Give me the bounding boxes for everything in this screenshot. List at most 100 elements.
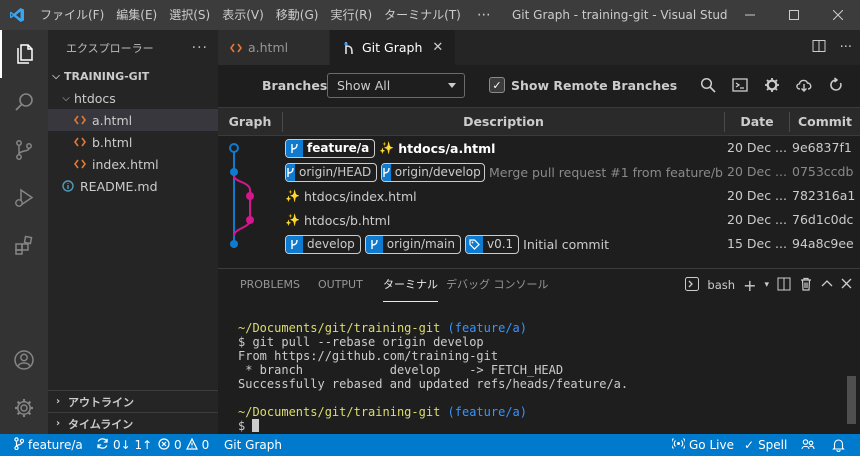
explorer-icon[interactable] [0, 30, 48, 78]
account-icon[interactable] [0, 336, 48, 384]
branch-ref-develop[interactable]: develop [285, 234, 361, 254]
branch-ref-origin-main[interactable]: origin/main [364, 234, 461, 254]
tab-problems[interactable]: PROBLEMS [240, 269, 300, 302]
split-terminal-icon[interactable] [777, 277, 791, 294]
outline-section[interactable]: › アウトライン [48, 390, 218, 412]
file-label: b.html [92, 134, 133, 150]
column-date[interactable]: Date [725, 108, 789, 135]
close-window-button[interactable] [816, 0, 860, 30]
notifications-bell-icon[interactable] [832, 434, 845, 456]
branches-dropdown[interactable]: Show All [327, 73, 465, 98]
split-editor-icon[interactable] [812, 39, 826, 56]
timeline-section[interactable]: › タイムライン [48, 412, 218, 434]
table-row[interactable]: develop origin/main v0.1 Initial commit … [218, 232, 860, 256]
feedback-icon[interactable] [801, 434, 815, 456]
activity-bar [0, 30, 48, 434]
column-graph[interactable]: Graph [218, 108, 282, 135]
source-control-icon[interactable] [0, 126, 48, 174]
status-git-graph[interactable]: Git Graph [224, 434, 282, 456]
commit-message: htdocs/a.html [398, 140, 496, 156]
terminal-output[interactable]: ~/Documents/git/training-git (feature/a)… [238, 321, 838, 433]
menu-edit[interactable]: 編集(E) [110, 0, 163, 30]
branch-icon [286, 139, 303, 157]
more-actions-icon[interactable]: ··· [192, 40, 208, 56]
status-sync[interactable]: 0↓ 1↑ [96, 434, 152, 456]
menu-terminal[interactable]: ターミナル(T) [378, 0, 467, 30]
table-row[interactable]: origin/HEAD origin/develop Merge pull re… [218, 160, 860, 184]
commit-description: develop origin/main v0.1 Initial commit [285, 232, 723, 256]
file-a-html[interactable]: a.html [48, 109, 218, 131]
file-b-html[interactable]: b.html [48, 131, 218, 153]
close-tab-icon[interactable]: ✕ [432, 40, 443, 55]
commit-hash: 0753ccdb [792, 164, 854, 179]
vscode-logo-icon [0, 0, 34, 30]
column-commit[interactable]: Commit [790, 108, 860, 135]
sparkle-icon: ✨ [285, 213, 300, 227]
bottom-panel: PROBLEMS OUTPUT ターミナル デバッグ コンソール bash + … [218, 268, 860, 434]
git-graph-toolbar [698, 75, 846, 95]
file-readme[interactable]: README.md [48, 175, 218, 197]
menu-file[interactable]: ファイル(F) [34, 0, 110, 30]
status-spell[interactable]: ✓ Spell [744, 434, 787, 456]
trash-icon[interactable] [799, 277, 813, 294]
minimize-button[interactable] [728, 0, 772, 30]
menu-go[interactable]: 移動(G) [270, 0, 325, 30]
column-description[interactable]: Description [283, 108, 724, 135]
commit-message: Merge pull request #1 from feature/b [489, 164, 723, 180]
status-problems[interactable]: 0 0 [158, 434, 209, 456]
terminal-icon[interactable] [730, 75, 750, 95]
terminal-scrollbar[interactable] [847, 376, 856, 424]
branch-ref-feature-a[interactable]: feature/a [285, 138, 376, 158]
menu-run[interactable]: 実行(R) [324, 0, 378, 30]
sync-icon [96, 437, 109, 453]
tag-ref-v0-1[interactable]: v0.1 [464, 234, 520, 254]
table-row[interactable]: ✨ htdocs/b.html 20 Dec ... 76d1c0dc [218, 208, 860, 232]
git-graph-controls: Branches: Show All ✓ Show Remote Branche… [218, 65, 860, 107]
html-file-icon [230, 43, 242, 53]
maximize-panel-icon[interactable] [821, 278, 833, 293]
table-row[interactable]: ✨ htdocs/index.html 20 Dec ... 782316a1 [218, 184, 860, 208]
tab-terminal[interactable]: ターミナル [383, 269, 438, 302]
file-label: README.md [80, 178, 158, 194]
search-icon[interactable] [698, 75, 718, 95]
search-icon[interactable] [0, 78, 48, 126]
close-panel-icon[interactable] [841, 278, 852, 292]
branch-icon [286, 235, 303, 253]
tab-git-graph[interactable]: Git Graph ✕ [330, 30, 456, 65]
tab-output[interactable]: OUTPUT [318, 269, 363, 302]
tab-a-html[interactable]: a.html [218, 30, 330, 65]
editor-actions: ··· [812, 30, 852, 65]
status-branch[interactable]: feature/a [14, 434, 83, 456]
chevron-right-icon: › [55, 396, 61, 407]
folder-htdocs[interactable]: ⌵ htdocs [48, 87, 218, 109]
run-debug-icon[interactable] [0, 174, 48, 222]
branch-ref-origin-head[interactable]: origin/HEAD [285, 162, 377, 182]
menu-view[interactable]: 表示(V) [216, 0, 270, 30]
editor-tabs: a.html Git Graph ✕ ··· [218, 30, 860, 65]
settings-gear-icon[interactable] [762, 75, 782, 95]
more-actions-icon[interactable]: ··· [840, 40, 852, 55]
tab-debug-console[interactable]: デバッグ コンソール [446, 269, 549, 302]
show-remote-checkbox[interactable]: ✓ [489, 77, 505, 93]
branch-ref-origin-develop[interactable]: origin/develop [380, 162, 485, 182]
maximize-button[interactable] [772, 0, 816, 30]
settings-gear-icon[interactable] [0, 384, 48, 432]
terminal-cursor [252, 419, 260, 432]
branches-value: Show All [337, 78, 391, 93]
extensions-icon[interactable] [0, 222, 48, 270]
add-terminal-icon[interactable]: + [743, 276, 756, 295]
project-folder[interactable]: ⌵ TRAINING-GIT [48, 65, 218, 87]
menu-more[interactable]: ⋯ [467, 0, 501, 30]
shell-name[interactable]: bash [707, 278, 735, 292]
fetch-cloud-icon[interactable] [794, 75, 814, 95]
status-go-live[interactable]: Go Live [670, 434, 734, 456]
prompt-path: ~/Documents/git/training-git [238, 405, 441, 419]
chevron-down-icon[interactable]: ▾ [764, 280, 769, 290]
file-index-html[interactable]: index.html [48, 153, 218, 175]
prompt-branch: (feature/a) [447, 405, 528, 419]
commit-description: origin/HEAD origin/develop Merge pull re… [285, 160, 723, 184]
table-row[interactable]: feature/a ✨ htdocs/a.html 20 Dec ... 9e6… [218, 136, 860, 160]
refresh-icon[interactable] [826, 75, 846, 95]
menu-selection[interactable]: 選択(S) [163, 0, 216, 30]
chevron-down-icon [448, 83, 456, 88]
